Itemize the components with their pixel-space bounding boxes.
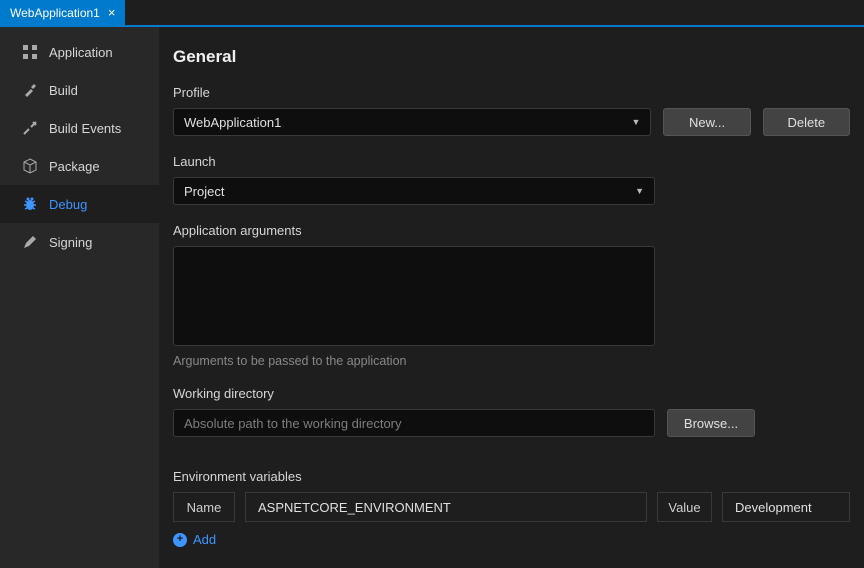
envvars-value-header: Value: [657, 492, 712, 522]
tab-bar: WebApplication1 ×: [0, 0, 864, 27]
sidebar-item-signing[interactable]: Signing: [0, 223, 159, 261]
add-envvar-link[interactable]: + Add: [173, 532, 850, 547]
sidebar-item-debug[interactable]: Debug: [0, 185, 159, 223]
sidebar-item-label: Debug: [49, 197, 87, 212]
add-envvar-label: Add: [193, 532, 216, 547]
hammer-icon: [22, 82, 38, 98]
pen-icon: [22, 234, 38, 250]
tools-icon: [22, 120, 38, 136]
profile-value: WebApplication1: [184, 115, 281, 130]
app-args-label: Application arguments: [173, 223, 850, 238]
package-icon: [22, 158, 38, 174]
sidebar-item-build-events[interactable]: Build Events: [0, 109, 159, 147]
sidebar-item-build[interactable]: Build: [0, 71, 159, 109]
sidebar-item-label: Package: [49, 159, 100, 174]
plus-icon: +: [173, 533, 187, 547]
envvars-name-header: Name: [173, 492, 235, 522]
browse-button[interactable]: Browse...: [667, 409, 755, 437]
new-profile-button[interactable]: New...: [663, 108, 750, 136]
envvars-name-cell[interactable]: ASPNETCORE_ENVIRONMENT: [245, 492, 647, 522]
sidebar-item-label: Build Events: [49, 121, 121, 136]
profile-select[interactable]: WebApplication1 ▼: [173, 108, 651, 136]
workdir-input[interactable]: Absolute path to the working directory: [173, 409, 655, 437]
application-icon: [22, 44, 38, 60]
launch-value: Project: [184, 184, 224, 199]
chevron-down-icon: ▼: [631, 117, 640, 127]
sidebar-item-label: Signing: [49, 235, 92, 250]
tab-webapplication1[interactable]: WebApplication1 ×: [0, 0, 125, 25]
section-title: General: [173, 47, 850, 67]
main-panel: General Profile WebApplication1 ▼ New...…: [159, 27, 864, 568]
launch-select[interactable]: Project ▼: [173, 177, 655, 205]
tab-title: WebApplication1: [10, 6, 100, 20]
app-args-help: Arguments to be passed to the applicatio…: [173, 354, 850, 368]
profile-label: Profile: [173, 85, 850, 100]
envvars-value-cell[interactable]: Development: [722, 492, 850, 522]
sidebar-item-label: Application: [49, 45, 113, 60]
envvars-label: Environment variables: [173, 469, 850, 484]
chevron-down-icon: ▼: [635, 186, 644, 196]
sidebar-item-application[interactable]: Application: [0, 33, 159, 71]
delete-profile-button[interactable]: Delete: [763, 108, 850, 136]
app-args-textarea[interactable]: [173, 246, 655, 346]
sidebar-item-package[interactable]: Package: [0, 147, 159, 185]
bug-icon: [22, 196, 38, 212]
close-icon[interactable]: ×: [108, 6, 116, 19]
sidebar: Application Build Build Events Package D…: [0, 27, 159, 568]
sidebar-item-label: Build: [49, 83, 78, 98]
workdir-label: Working directory: [173, 386, 850, 401]
launch-label: Launch: [173, 154, 850, 169]
